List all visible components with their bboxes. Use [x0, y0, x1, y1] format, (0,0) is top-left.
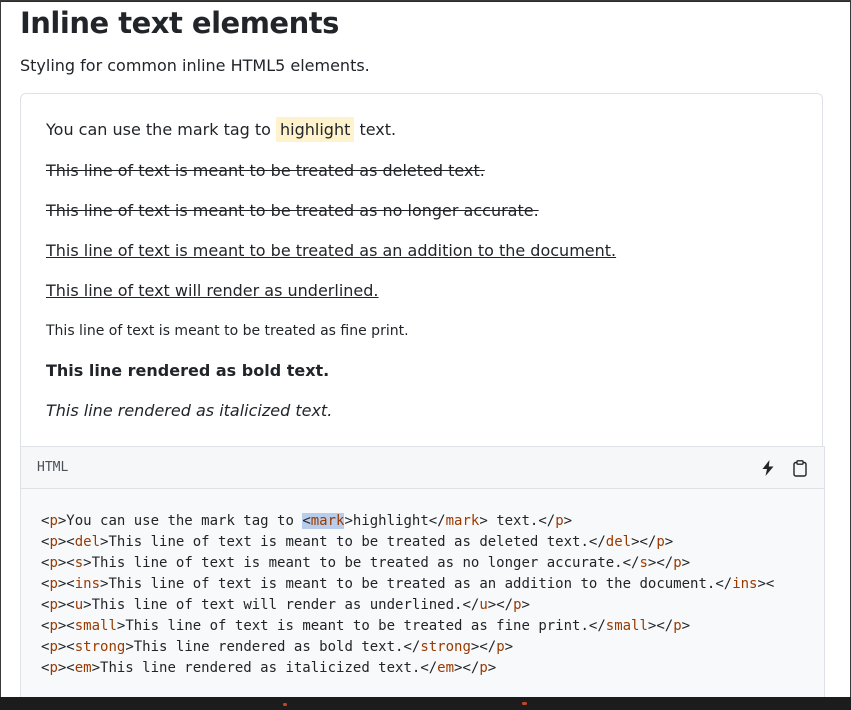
- lightning-icon: [762, 460, 774, 476]
- code-tag-name: strong: [74, 639, 126, 655]
- code-tag-name: small: [74, 618, 117, 634]
- code-text: ></: [454, 660, 480, 676]
- code-tag-name: strong: [420, 639, 471, 655]
- run-code-button[interactable]: [759, 459, 777, 477]
- bottom-taskbar-strip: [0, 697, 851, 710]
- code-tag-name: p: [49, 513, 58, 529]
- code-text: ><: [57, 618, 75, 634]
- code-line: <p><strong>This line rendered as bold te…: [41, 639, 513, 655]
- code-text: >: [664, 534, 674, 550]
- code-text: <mark: [302, 513, 345, 529]
- code-text: >: [681, 618, 691, 634]
- code-text: >You can use the mark tag to: [57, 513, 303, 529]
- code-tag-name: p: [49, 534, 58, 550]
- code-line: <p><em>This line rendered as italicized …: [41, 660, 496, 676]
- code-tag-name: em: [437, 660, 455, 676]
- code-text: > text.</: [479, 513, 556, 529]
- code-line: <p><u>This line of text will render as u…: [41, 597, 530, 613]
- code-text: >This line rendered as italicized text.<…: [91, 660, 438, 676]
- example-em-line: This line rendered as italicized text.: [46, 401, 333, 420]
- code-text: ><: [57, 597, 75, 613]
- example-strong-line: This line rendered as bold text.: [46, 361, 330, 380]
- code-tag-name: p: [49, 555, 58, 571]
- highlighted-text: highlight: [276, 117, 355, 142]
- code-tag-name: del: [605, 534, 632, 550]
- code-text: >This line of text is meant to be treate…: [83, 555, 640, 571]
- code-tag-name: u: [479, 597, 488, 613]
- code-text: ><: [57, 660, 75, 676]
- code-tag-name: s: [74, 555, 84, 571]
- code-tag-name: p: [656, 534, 665, 550]
- code-tag-name: p: [513, 597, 522, 613]
- code-text: >This line of text is meant to be treate…: [116, 618, 606, 634]
- code-text: ><: [757, 576, 775, 592]
- code-text: >This line of text is meant to be treate…: [100, 534, 606, 550]
- example-del-line: This line of text is meant to be treated…: [46, 161, 485, 180]
- code-tag-name: del: [74, 534, 101, 550]
- example-preview: You can use the mark tag to highlight te…: [20, 93, 823, 447]
- code-tag-name: small: [605, 618, 648, 634]
- code-tag-name: p: [49, 660, 58, 676]
- example-ins-line: This line of text is meant to be treated…: [46, 241, 617, 260]
- code-text: ></: [487, 597, 514, 613]
- code-line: <p><ins>This line of text is meant to be…: [41, 576, 774, 592]
- mark-line-after: text.: [354, 120, 397, 139]
- code-toolbar: HTML: [20, 446, 825, 489]
- code-text: ><: [57, 555, 75, 571]
- code-text: >This line of text will render as underl…: [83, 597, 480, 613]
- example-mark-line: You can use the mark tag to highlight te…: [46, 117, 397, 142]
- code-tag-name: p: [673, 555, 682, 571]
- code-tag-name: u: [74, 597, 84, 613]
- example-u-line: This line of text will render as underli…: [46, 281, 379, 300]
- page-subtitle: Styling for common inline HTML5 elements…: [20, 56, 370, 75]
- code-language-label: HTML: [37, 460, 69, 475]
- code-tag-name: p: [49, 576, 58, 592]
- code-text: ></: [647, 555, 674, 571]
- code-line: <p><s>This line of text is meant to be t…: [41, 555, 690, 571]
- example-small-line: This line of text is meant to be treated…: [46, 323, 409, 339]
- code-tag-name: p: [479, 660, 488, 676]
- copy-code-button[interactable]: [791, 459, 809, 477]
- code-text: ></: [470, 639, 497, 655]
- code-tag-name: p: [555, 513, 564, 529]
- code-text: ><: [57, 576, 75, 592]
- example-s-line: This line of text is meant to be treated…: [46, 201, 539, 220]
- code-text: ><: [57, 534, 75, 550]
- code-text: >highlight</: [344, 513, 446, 529]
- code-tag-name: ins: [732, 576, 758, 592]
- code-tag-name: p: [49, 618, 58, 634]
- code-line: <p>You can use the mark tag to <mark>hig…: [41, 513, 572, 529]
- code-text: >: [563, 513, 573, 529]
- code-text: >This line rendered as bold text.</: [125, 639, 421, 655]
- mark-line-before: You can use the mark tag to: [46, 120, 277, 139]
- code-text: >: [504, 639, 514, 655]
- code-tag-name: em: [74, 660, 92, 676]
- code-text: >: [487, 660, 497, 676]
- code-tag-name: p: [673, 618, 682, 634]
- code-text: >: [521, 597, 530, 613]
- code-line: <p><small>This line of text is meant to …: [41, 618, 690, 634]
- code-tag-name: ins: [74, 576, 101, 592]
- code-block: <p>You can use the mark tag to <mark>hig…: [20, 489, 825, 697]
- code-tag-name: p: [49, 639, 58, 655]
- code-text: >This line of text is meant to be treate…: [100, 576, 733, 592]
- code-tag-name: mark: [445, 513, 480, 529]
- code-text: ></: [647, 618, 674, 634]
- clipboard-icon: [793, 459, 807, 477]
- code-tag-name: p: [496, 639, 505, 655]
- code-tag-name: p: [49, 597, 58, 613]
- code-text: >: [681, 555, 691, 571]
- code-line: <p><del>This line of text is meant to be…: [41, 534, 673, 550]
- code-text: ></: [631, 534, 657, 550]
- code-tag-name: s: [639, 555, 648, 571]
- code-text: ><: [57, 639, 75, 655]
- page-title: Inline text elements: [20, 6, 339, 40]
